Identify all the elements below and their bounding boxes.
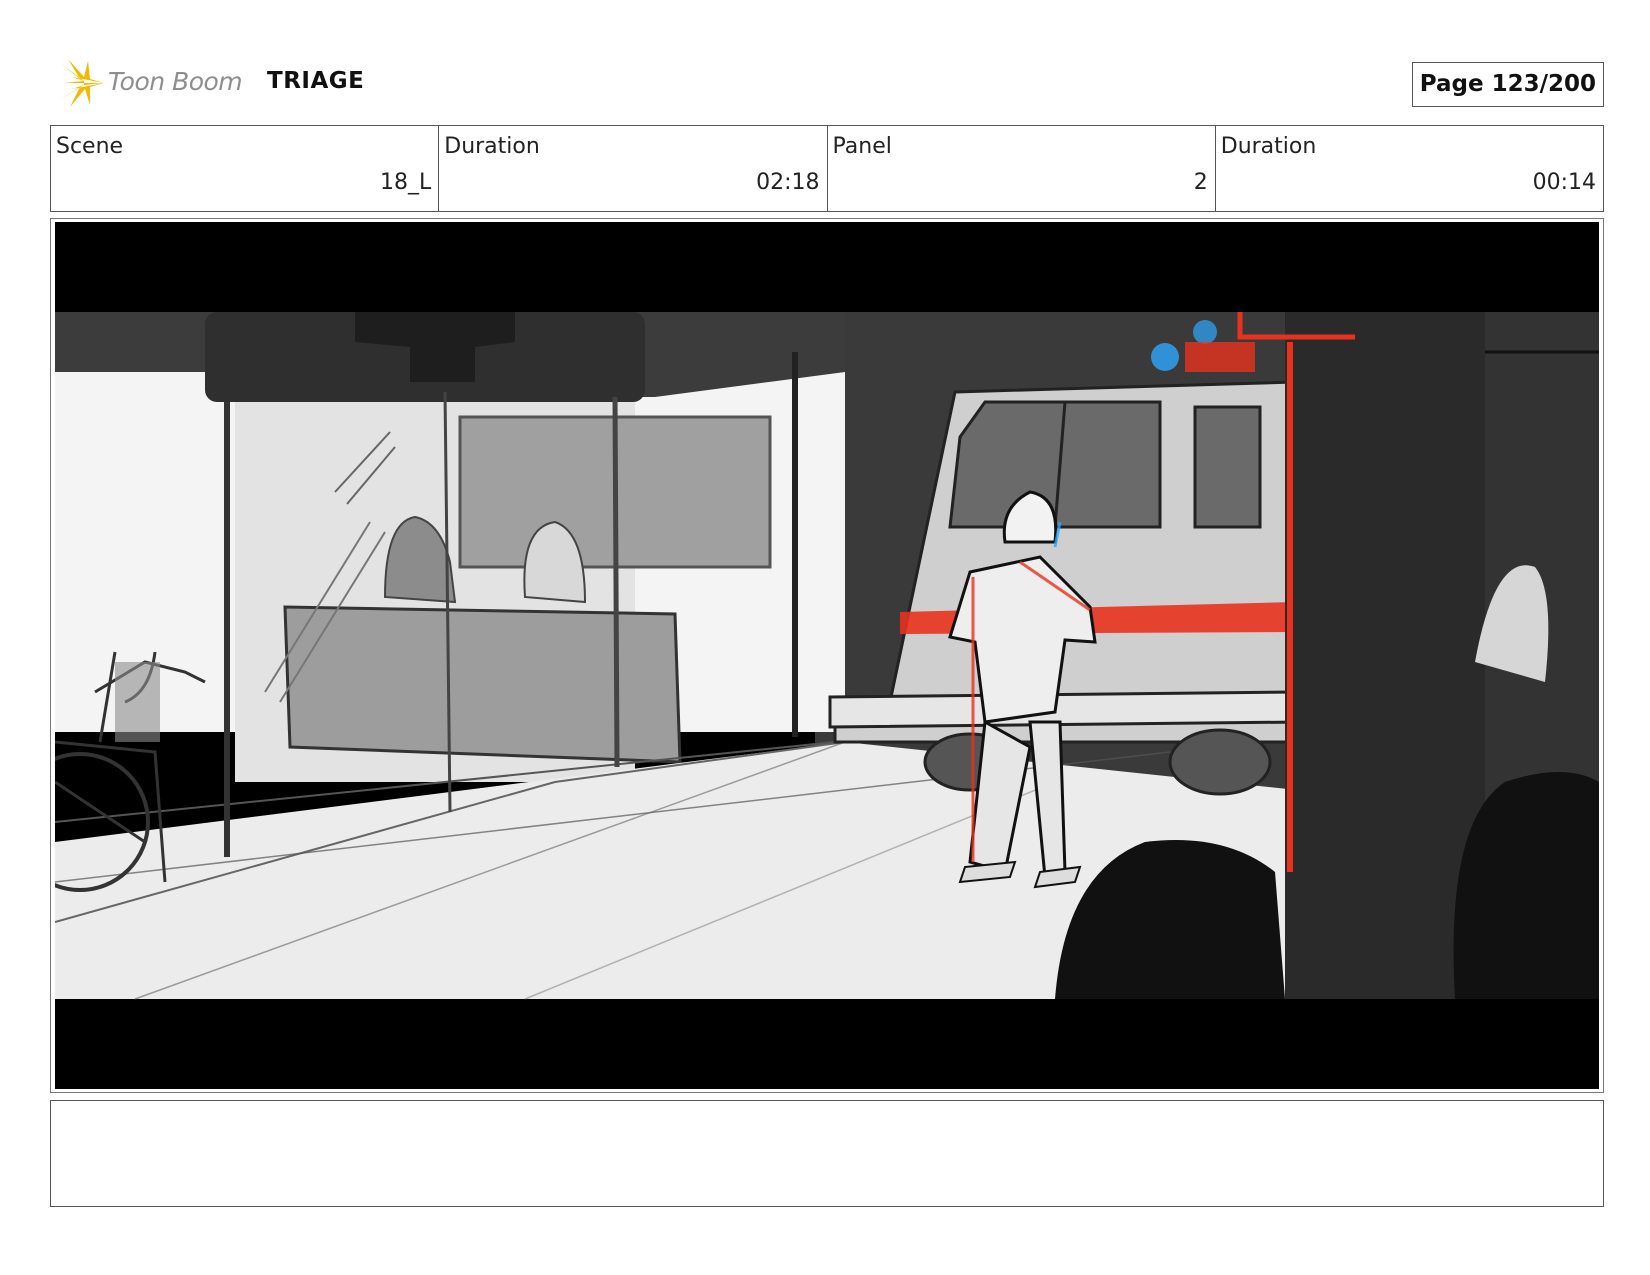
scene-duration-cell: Duration 02:18 [438, 126, 826, 211]
scene-label: Scene [56, 134, 124, 159]
letterbox-top [55, 222, 1599, 312]
panel-cell: Panel 2 [826, 126, 1215, 211]
starburst-logo-icon [58, 59, 104, 107]
panel-duration-cell: Duration 00:14 [1214, 126, 1603, 211]
letterbox-bottom [55, 999, 1599, 1089]
panel-notes[interactable] [50, 1100, 1604, 1207]
scene-duration-label: Duration [444, 134, 540, 159]
scene-cell: Scene 18_L [51, 126, 438, 211]
panel-drawing [55, 222, 1599, 1089]
panel-frame [50, 218, 1604, 1093]
brand-name: Toon Boom [108, 67, 243, 96]
storyboard-sketch [55, 222, 1599, 1089]
panel-duration-value: 00:14 [1532, 170, 1596, 195]
panel-value: 2 [1193, 170, 1208, 195]
scene-duration-value: 02:18 [756, 170, 820, 195]
panel-label: Panel [832, 134, 892, 159]
scene-value: 18_L [379, 170, 432, 195]
project-title: TRIAGE [267, 68, 365, 94]
panel-info-table: Scene 18_L Duration 02:18 Panel 2 Durati… [50, 125, 1604, 212]
panel-duration-label: Duration [1220, 134, 1317, 159]
page-number: Page 123/200 [1411, 62, 1604, 107]
storyboard-header: Toon Boom TRIAGE Page 123/200 [50, 55, 1604, 111]
